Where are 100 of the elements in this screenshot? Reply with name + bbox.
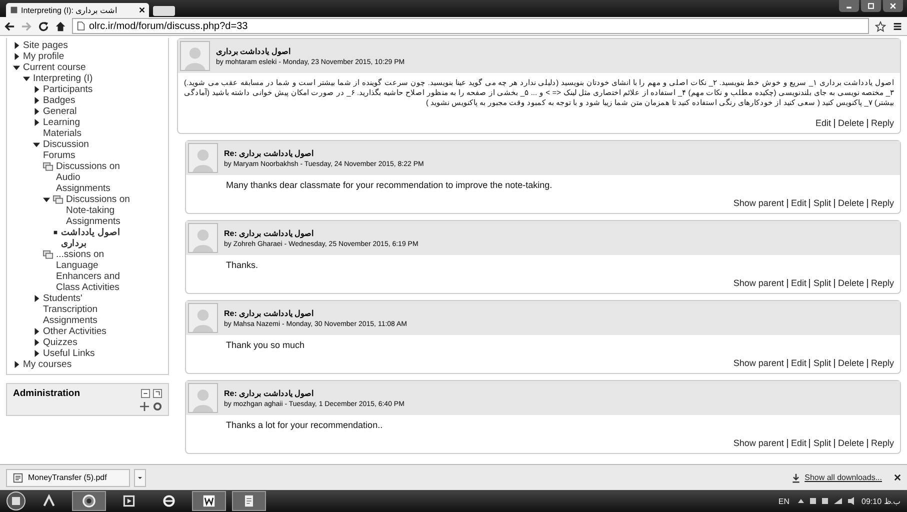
triangle-icon[interactable] [13,53,20,60]
post-action-link[interactable]: Reply [870,358,894,368]
nav-item[interactable]: Badges [43,95,121,106]
close-button[interactable] [883,0,903,12]
collapse-icon[interactable] [141,389,150,398]
triangle-icon[interactable] [33,119,40,126]
nav-item[interactable]: اصول یادداشت برداری [61,227,139,249]
download-item[interactable]: MoneyTransfer (5).pdf [6,468,130,486]
triangle-icon[interactable] [33,108,40,115]
post-action-link[interactable]: Split [813,358,831,368]
triangle-icon[interactable] [33,339,40,346]
nav-item[interactable]: My courses [23,359,101,370]
address-field[interactable]: olrc.ir/mod/forum/discuss.php?d=33 [72,18,869,34]
triangle-icon[interactable] [13,361,20,368]
settings-icon[interactable] [153,402,162,411]
language-indicator[interactable]: EN [778,496,790,506]
nav-item[interactable]: Learning Materials [43,117,121,139]
post-action-link[interactable]: Split [813,438,831,448]
triangle-icon[interactable] [13,42,20,49]
forum-icon [43,162,53,172]
nav-item[interactable]: Discussion Forums [43,139,121,161]
post-text: Thank you so much [225,339,306,352]
block-title: Administration [13,388,82,399]
forum-icon [43,250,53,260]
bullet-icon [53,230,58,235]
maximize-icon [867,2,875,10]
triangle-icon[interactable] [33,141,40,148]
page-icon [77,21,85,31]
reload-icon[interactable] [38,20,49,32]
nav-item[interactable]: Students' Transcription Assignments [43,293,121,326]
post-action-link[interactable]: Edit [790,358,806,368]
pdf-file-icon [13,472,23,482]
star-icon[interactable] [875,20,886,32]
triangle-icon[interactable] [23,75,30,82]
nav-item[interactable]: Site pages [23,40,101,51]
triangle-icon[interactable] [33,86,40,93]
post-action-link[interactable]: Edit [790,198,806,208]
start-button[interactable] [6,491,26,511]
post-action-link[interactable]: Reply [870,438,894,448]
post-action-link[interactable]: Show parent [733,438,784,448]
post-action-link[interactable]: Edit [815,118,831,128]
tray-icons[interactable] [796,496,856,506]
post-subject: اصول یادداشت برداری [216,46,292,56]
triangle-icon[interactable] [33,97,40,104]
nav-item[interactable]: General [43,106,121,117]
post-action-link[interactable]: Show parent [733,358,784,368]
maximize-button[interactable] [861,0,881,12]
nav-item[interactable]: Useful Links [43,348,121,359]
post-action-link[interactable]: Reply [870,278,894,288]
back-icon[interactable] [4,20,15,32]
post-text: Thanks. [225,259,260,272]
menu-icon[interactable] [892,20,903,32]
nav-item[interactable]: Discussions on Note-taking Assignments [66,194,144,227]
triangle-icon[interactable] [13,64,20,71]
dropdown-button[interactable] [134,468,146,486]
nav-item[interactable]: Interpreting (I) [33,73,111,84]
post-action-link[interactable]: Edit [790,278,806,288]
nav-item[interactable]: Quizzes [43,337,121,348]
home-icon[interactable] [55,20,66,32]
minimize-button[interactable] [839,0,859,12]
post-subject: Re: اصول یادداشت برداری [224,228,315,238]
post-subject: Re: اصول یادداشت برداری [224,388,315,398]
taskbar-app-icon[interactable] [192,491,226,511]
clock[interactable]: 09:10 ب.ظ [862,496,901,506]
post-action-link[interactable]: Show parent [733,198,784,208]
post-action-link[interactable]: Delete [838,278,864,288]
nav-item[interactable]: Participants [43,84,121,95]
post-action-link[interactable]: Delete [838,358,864,368]
post-text: Many thanks dear classmate for your recommendation to improve the note-taking. [225,179,554,192]
page-icon [10,6,18,14]
triangle-icon[interactable] [43,196,50,203]
post-subject: Re: اصول یادداشت برداری [224,308,315,318]
post-action-link[interactable]: Split [813,198,831,208]
move-icon[interactable] [140,402,149,411]
show-all-downloads-link[interactable]: Show all downloads... [804,473,882,482]
caret-icon [137,474,143,480]
nav-item[interactable]: Discussions on Audio Assignments [56,161,134,194]
close-icon[interactable] [894,474,901,481]
post-subject: Re: اصول یادداشت برداری [224,148,315,158]
download-icon [790,472,801,482]
post-action-link[interactable]: Split [813,278,831,288]
close-icon[interactable] [139,7,145,13]
triangle-icon[interactable] [33,328,40,335]
post-action-link[interactable]: Delete [838,198,864,208]
post-action-link[interactable]: Show parent [733,278,784,288]
post-action-link[interactable]: Reply [870,198,894,208]
nav-item[interactable]: My profile [23,51,101,62]
triangle-icon[interactable] [33,295,40,302]
browser-tab[interactable]: Interpreting (I): اشت برداری [6,3,149,17]
dock-icon[interactable] [153,389,162,398]
taskbar-app-icon[interactable] [72,491,106,511]
post-action-link[interactable]: Reply [870,118,894,128]
nav-item[interactable]: Other Activities [43,326,121,337]
post-action-link[interactable]: Edit [790,438,806,448]
post-action-link[interactable]: Delete [838,438,864,448]
nav-item[interactable]: Current course [23,62,101,73]
nav-item[interactable]: ...ssions on Language Enhancers and Class Activities [56,249,134,293]
forum-icon [53,195,63,205]
triangle-icon[interactable] [33,350,40,357]
post-action-link[interactable]: Delete [838,118,864,128]
